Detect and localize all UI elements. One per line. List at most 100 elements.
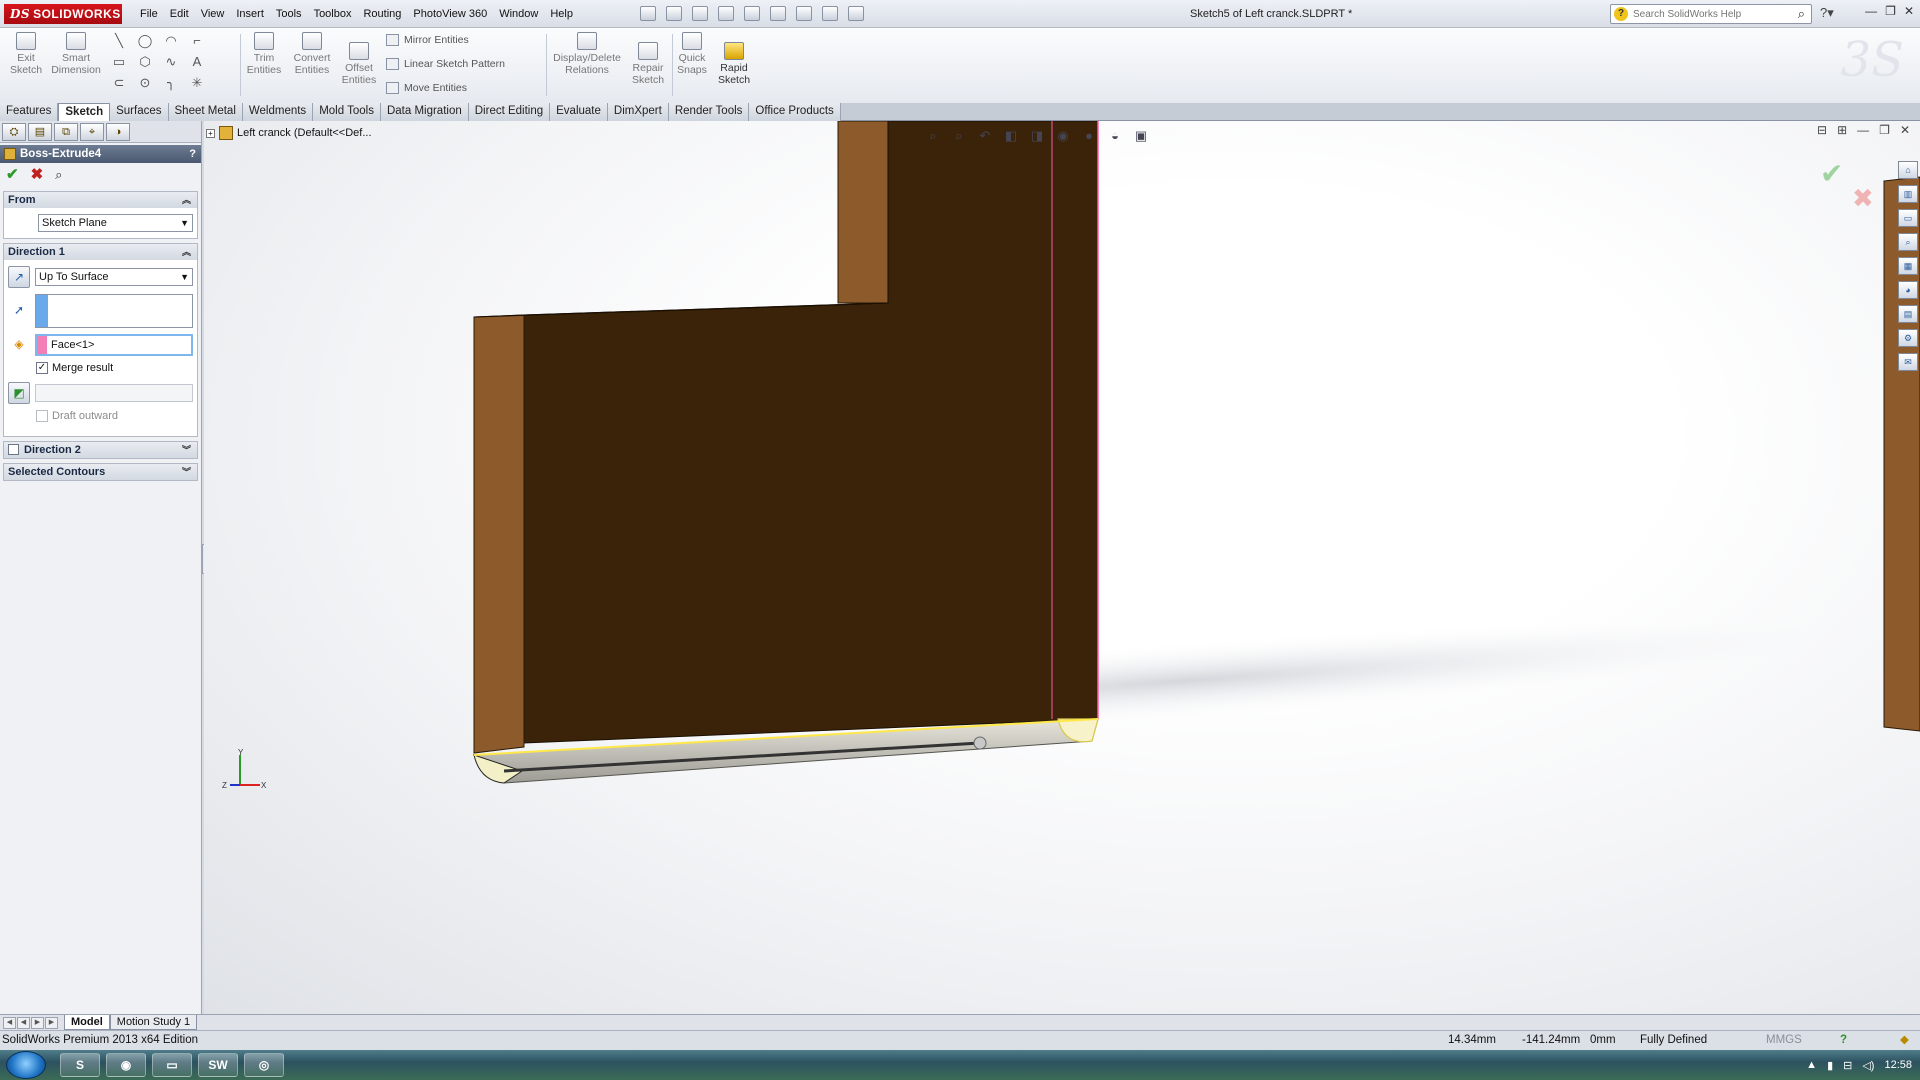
property-manager-tab-icon[interactable]: ▤	[28, 123, 52, 141]
skype-taskbar-icon[interactable]: S	[60, 1053, 100, 1077]
file-explorer-icon[interactable]: ▭	[1898, 209, 1918, 227]
direction-of-extrusion-selection[interactable]	[35, 294, 193, 328]
graphics-area[interactable]: + Left cranck (Default<<Def... ⌕ ⌕ ↶ ◧ ◨…	[204, 121, 1920, 1014]
ok-check-icon[interactable]: ✔	[6, 167, 19, 183]
direction1-section-header[interactable]: Direction 1 ︽	[4, 244, 197, 260]
menu-photoview[interactable]: PhotoView 360	[407, 8, 493, 20]
solidworks-logo[interactable]: DS SOLIDWORKS	[4, 4, 122, 24]
menu-file[interactable]: File	[134, 8, 164, 20]
viewport-restore-icon[interactable]: ❐	[1879, 123, 1890, 137]
search-input[interactable]	[1633, 7, 1783, 21]
spline-icon[interactable]: ∿	[162, 55, 180, 69]
end-condition-dropdown[interactable]: Up To Surface ▼	[35, 268, 193, 286]
from-start-condition-dropdown[interactable]: Sketch Plane ▼	[38, 214, 193, 232]
slot-icon[interactable]: ⊂	[110, 76, 128, 90]
feature-tree-flyout[interactable]: + Left cranck (Default<<Def...	[206, 126, 372, 140]
rebuild-icon[interactable]	[796, 6, 812, 21]
view-orientation-icon[interactable]: ◨	[1028, 128, 1046, 144]
edit-appearance-icon[interactable]: ◒	[1106, 128, 1124, 144]
expand-tree-icon[interactable]: +	[206, 128, 215, 138]
offset-entities-button[interactable]: Offset Entities	[340, 42, 378, 86]
volume-icon[interactable]: ◁)	[1862, 1059, 1874, 1072]
tab-evaluate[interactable]: Evaluate	[550, 103, 608, 121]
menu-tools[interactable]: Tools	[270, 8, 308, 20]
merge-result-checkbox[interactable]: ✓ Merge result	[36, 362, 193, 374]
search-tab-icon[interactable]: ⌕	[1898, 233, 1918, 251]
new-document-icon[interactable]	[640, 6, 656, 21]
plane-icon[interactable]: ✳	[188, 76, 206, 90]
split-view-icon[interactable]: ⊞	[1837, 123, 1847, 137]
reverse-direction-icon[interactable]: ↗	[8, 266, 30, 288]
from-section-header[interactable]: From ︽	[4, 192, 197, 208]
text-icon[interactable]: A	[188, 55, 206, 69]
face-selection-field[interactable]: Face<1>	[35, 334, 193, 356]
tray-app-icon[interactable]: ▮	[1827, 1059, 1833, 1072]
design-library-icon[interactable]: ▥	[1898, 185, 1918, 203]
start-button[interactable]	[6, 1051, 46, 1079]
section-view-icon[interactable]: ◧	[1002, 128, 1020, 144]
search-box[interactable]: ? ⌕	[1610, 4, 1812, 24]
sketch-fillet-icon[interactable]: ⌐	[188, 34, 206, 48]
display-style-icon[interactable]: ◉	[1054, 128, 1072, 144]
expand-chevron-icon[interactable]: ︾	[182, 442, 191, 458]
tab-sketch[interactable]: Sketch	[58, 103, 111, 121]
configuration-manager-tab-icon[interactable]: ⧉	[54, 123, 78, 141]
toolbox-icon[interactable]: ⚙	[1898, 329, 1918, 347]
custom-properties-icon[interactable]: ▤	[1898, 305, 1918, 323]
display-delete-relations-button[interactable]: Display/Delete Relations	[552, 32, 622, 76]
options-icon[interactable]	[848, 6, 864, 21]
collapse-chevron-icon[interactable]: ︽	[182, 244, 191, 260]
help-menu-icon[interactable]: ?▾	[1820, 5, 1834, 21]
tray-expand-icon[interactable]: ▲	[1806, 1059, 1817, 1071]
tab-weldments[interactable]: Weldments	[242, 103, 314, 121]
confirmation-corner-ok-icon[interactable]: ✔	[1820, 157, 1843, 190]
rectangle-icon[interactable]: ▭	[110, 55, 128, 69]
zoom-to-area-icon[interactable]: ⌕	[950, 128, 968, 144]
tab-mold-tools[interactable]: Mold Tools	[313, 103, 381, 121]
linear-sketch-pattern-button[interactable]: Linear Sketch Pattern	[386, 58, 505, 70]
sketch-point[interactable]	[973, 736, 987, 750]
rapid-sketch-button[interactable]: Rapid Sketch	[716, 42, 752, 86]
mirror-entities-button[interactable]: Mirror Entities	[386, 34, 469, 46]
undo-icon[interactable]	[744, 6, 760, 21]
menu-window[interactable]: Window	[493, 8, 544, 20]
menu-insert[interactable]: Insert	[230, 8, 270, 20]
hide-show-items-icon[interactable]: ●	[1080, 128, 1098, 144]
appearances-icon[interactable]: ◕	[1898, 281, 1918, 299]
tab-office-products[interactable]: Office Products	[749, 103, 841, 121]
select-icon[interactable]	[770, 6, 786, 21]
firefox-taskbar-icon[interactable]: ◉	[106, 1053, 146, 1077]
collapse-chevron-icon[interactable]: ︽	[182, 192, 191, 208]
point-icon[interactable]: ⊙	[136, 76, 154, 90]
tab-model[interactable]: Model	[64, 1015, 110, 1030]
zoom-to-fit-icon[interactable]: ⌕	[924, 128, 942, 144]
tab-motion-study[interactable]: Motion Study 1	[109, 1015, 198, 1030]
menu-view[interactable]: View	[195, 8, 231, 20]
viewport-minimize-icon[interactable]: —	[1857, 123, 1869, 137]
tile-view-icon[interactable]: ⊟	[1817, 123, 1827, 137]
quick-snaps-button[interactable]: Quick Snaps	[676, 32, 708, 76]
move-entities-button[interactable]: Move Entities	[386, 82, 467, 94]
menu-help[interactable]: Help	[544, 8, 579, 20]
menu-edit[interactable]: Edit	[164, 8, 195, 20]
pm-help-icon[interactable]: ?	[189, 145, 196, 163]
open-document-icon[interactable]	[666, 6, 682, 21]
solidworks-resources-icon[interactable]: ⌂	[1898, 161, 1918, 179]
repair-sketch-button[interactable]: Repair Sketch	[630, 42, 666, 86]
line-icon[interactable]: ╲	[110, 34, 128, 48]
smart-dimension-button[interactable]: Smart Dimension	[50, 32, 102, 76]
tab-sheet-metal[interactable]: Sheet Metal	[168, 103, 243, 121]
tab-dimxpert[interactable]: DimXpert	[607, 103, 669, 121]
menu-toolbox[interactable]: Toolbox	[308, 8, 358, 20]
minimize-icon[interactable]: —	[1865, 4, 1877, 18]
display-manager-tab-icon[interactable]: ◑	[106, 123, 130, 141]
solidworks-taskbar-icon[interactable]: SW	[198, 1053, 238, 1077]
polygon-icon[interactable]: ⬡	[136, 55, 154, 69]
arc-icon[interactable]: ◠	[162, 34, 180, 48]
last-tab-icon[interactable]: ▶	[45, 1016, 58, 1029]
solidworks-forum-icon[interactable]: ✉	[1898, 353, 1918, 371]
print-icon[interactable]	[718, 6, 734, 21]
tab-data-migration[interactable]: Data Migration	[380, 103, 469, 121]
tab-direct-editing[interactable]: Direct Editing	[468, 103, 551, 121]
confirmation-corner-cancel-icon[interactable]: ✖	[1852, 183, 1874, 214]
